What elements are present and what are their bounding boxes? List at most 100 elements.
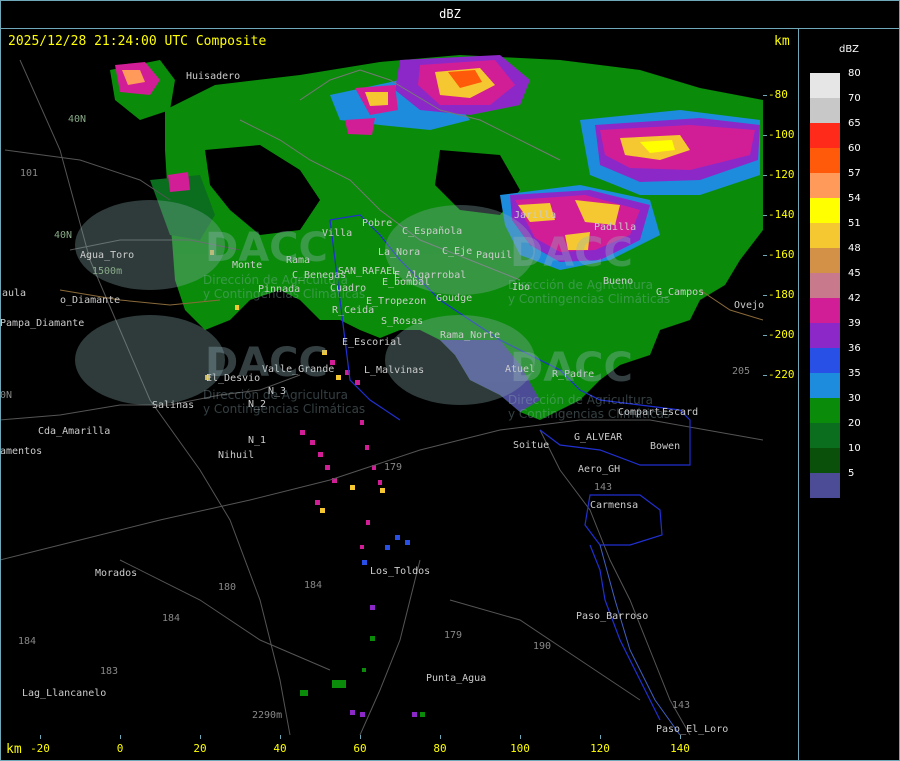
watermark-logo: DACC [205, 225, 328, 271]
place-label: E_Algarrobal [394, 270, 467, 281]
legend-swatch [810, 373, 840, 398]
place-label: 183 [100, 666, 119, 677]
x-tick-mark [280, 735, 281, 739]
place-label: Jarilla [514, 210, 557, 221]
km-label-top: km [774, 34, 790, 49]
x-tick-label: -20 [30, 742, 50, 755]
watermark-line1: Dirección de Agricultura [203, 388, 348, 402]
legend-swatch [810, 348, 840, 373]
echo-magenta-west2 [168, 172, 190, 192]
legend-value: 42 [848, 293, 861, 304]
place-label: Bowen [650, 441, 681, 452]
place-label: 184 [304, 580, 323, 591]
place-label: Pampa_Diamante [0, 318, 85, 329]
place-label: Soitue [513, 440, 550, 451]
place-label: Nihuil [218, 450, 255, 461]
radar-map[interactable] [0, 0, 799, 761]
place-label: Los_Toldos [370, 566, 431, 577]
place-label: 190 [533, 641, 552, 652]
y-tick-mark [763, 295, 767, 296]
y-tick-mark [763, 215, 767, 216]
place-label: 40N [68, 114, 87, 125]
place-label: 1500m [92, 266, 123, 277]
place-label: 2290m [252, 710, 283, 721]
x-tick-label: 0 [116, 742, 124, 755]
legend-value: 80 [848, 68, 861, 79]
y-tick-label: -180 [768, 288, 795, 301]
legend-value: 54 [848, 193, 861, 204]
legend-value: 35 [848, 368, 861, 379]
legend-value: 51 [848, 218, 861, 229]
place-label: o_Diamante [60, 295, 121, 306]
place-label: Ovejo [734, 300, 765, 311]
legend-swatch [810, 98, 840, 123]
y-tick-label: -220 [768, 368, 795, 381]
x-tick-label: 80 [433, 742, 447, 755]
place-label: 184 [18, 636, 37, 647]
watermark-logo: DACC [510, 230, 633, 276]
place-label: Salinas [152, 400, 195, 411]
y-tick-label: -160 [768, 248, 795, 261]
place-label: Agua_Toro [80, 250, 135, 261]
y-tick-label: -120 [768, 168, 795, 181]
place-label: N_1 [248, 435, 267, 446]
place-label: Paso_Barroso [576, 611, 649, 622]
legend-swatch [810, 248, 840, 273]
x-tick-mark [360, 735, 361, 739]
x-tick-mark [600, 735, 601, 739]
legend-value: 60 [848, 143, 861, 154]
watermark-logo: DACC [205, 340, 328, 386]
place-label: 0N [0, 390, 13, 401]
place-label: 40N [54, 230, 73, 241]
legend-swatch [810, 273, 840, 298]
place-label: E_Escorial [342, 337, 403, 348]
place-label: 143 [672, 700, 691, 711]
place-label: E_Tropezon [366, 296, 427, 307]
place-label: 179 [444, 630, 463, 641]
x-tick-mark [40, 735, 41, 739]
legend-value: 48 [848, 243, 861, 254]
place-label: Morados [95, 568, 138, 579]
place-label: Paso_El_Loro [656, 724, 729, 735]
legend-swatch [810, 298, 840, 323]
place-label: C_Española [402, 226, 463, 237]
y-tick-label: -100 [768, 128, 795, 141]
watermark-line2: y Contingencias Climáticas [203, 402, 366, 416]
x-tick-label: 60 [353, 742, 367, 755]
place-label: Paquil [476, 250, 513, 261]
legend-swatch [810, 173, 840, 198]
legend-swatch [810, 448, 840, 473]
place-label: Pobre [362, 218, 393, 229]
legend-value: 70 [848, 93, 861, 104]
legend-swatch [810, 423, 840, 448]
legend-value: 30 [848, 393, 861, 404]
y-tick-mark [763, 255, 767, 256]
place-label: Cda_Amarilla [38, 426, 111, 437]
x-tick-label: 120 [590, 742, 610, 755]
place-label: Huisadero [186, 71, 241, 82]
place-label: Rama_Norte [440, 330, 501, 341]
place-label: C_Eje [442, 246, 473, 257]
y-tick-mark [763, 135, 767, 136]
watermark-line1: Dirección de Agricultura [508, 278, 653, 292]
place-label: 184 [162, 613, 181, 624]
x-tick-label: 20 [193, 742, 207, 755]
place-label: Carmensa [590, 500, 639, 511]
legend-swatch [810, 323, 840, 348]
watermark-line2: y Contingencias Climáticas [508, 292, 671, 306]
place-label: 143 [594, 482, 613, 493]
legend-value: 36 [848, 343, 861, 354]
y-tick-mark [763, 335, 767, 336]
y-tick-label: -80 [768, 88, 788, 101]
legend-value: 65 [848, 118, 861, 129]
legend-value: 10 [848, 443, 861, 454]
x-tick-mark [680, 735, 681, 739]
km-label-bottom: km [6, 742, 22, 757]
y-tick-mark [763, 95, 767, 96]
echo-magenta-north2 [345, 118, 375, 135]
watermark-line1: Dirección de Agricultura [203, 273, 348, 287]
place-label: La_Nora [378, 247, 421, 258]
watermark-line2: y Contingencias Climáticas [508, 407, 671, 421]
x-tick-mark [200, 735, 201, 739]
place-label: L_Malvinas [364, 365, 425, 376]
